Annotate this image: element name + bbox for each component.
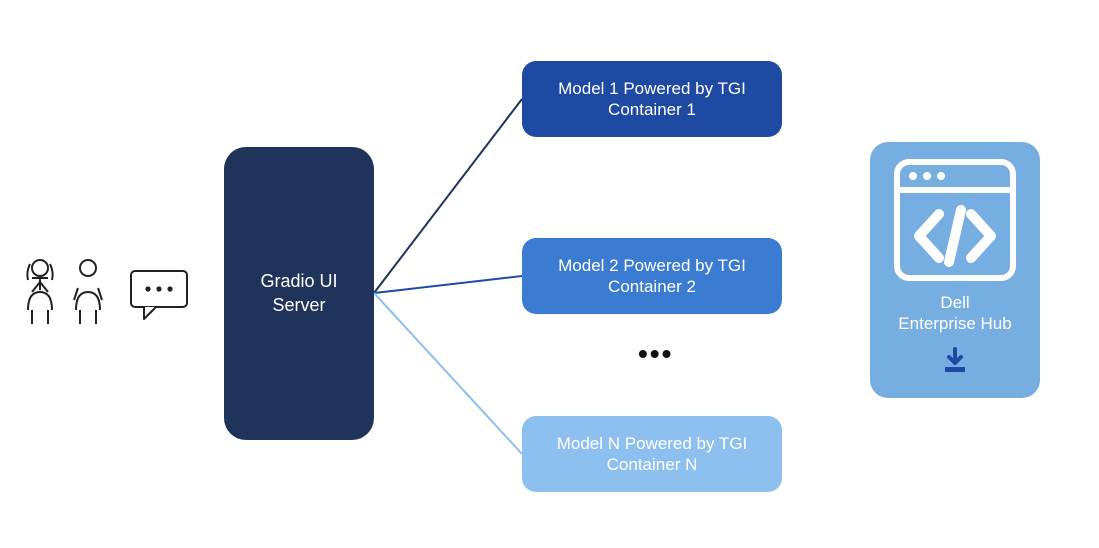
- gradio-server-box: Gradio UI Server: [224, 147, 374, 440]
- gradio-server-label: Gradio UI Server: [234, 270, 364, 317]
- hub-panel: Dell Enterprise Hub: [870, 142, 1040, 398]
- chat-icon: [131, 271, 187, 319]
- download-icon: [941, 347, 969, 375]
- users-group: [22, 256, 214, 326]
- model-container-n: Model N Powered by TGI Container N: [522, 416, 782, 492]
- woman-icon: [27, 260, 52, 324]
- model-container-1: Model 1 Powered by TGI Container 1: [522, 61, 782, 137]
- hub-label: Dell Enterprise Hub: [898, 292, 1011, 335]
- model-container-2-label: Model 2 Powered by TGI Container 2: [536, 255, 768, 298]
- ellipsis-text: •••: [638, 338, 673, 370]
- code-window-icon: [891, 156, 1019, 284]
- hub-title-line1: Dell: [940, 293, 969, 312]
- man-icon: [74, 260, 102, 324]
- model-container-2: Model 2 Powered by TGI Container 2: [522, 238, 782, 314]
- model-container-n-label: Model N Powered by TGI Container N: [536, 433, 768, 476]
- model-container-1-label: Model 1 Powered by TGI Container 1: [536, 78, 768, 121]
- hub-title-line2: Enterprise Hub: [898, 314, 1011, 333]
